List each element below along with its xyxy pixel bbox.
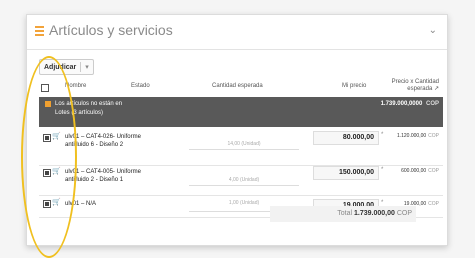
row-total-value: 1.120.000,00 (396, 133, 427, 139)
group-row[interactable]: Los artículos no están en Lotes (3 artíc… (39, 97, 443, 127)
col-price-qty-label: Precio x Cantidad esperada (391, 79, 439, 92)
qty-field (189, 137, 299, 150)
col-expected-qty[interactable]: Cantidad esperada (212, 83, 263, 89)
row-currency: COP (428, 133, 439, 139)
group-total: 1.739.000,0000 COP (381, 101, 439, 107)
item-name[interactable]: ulv01 – CAT4-005- Uniforme antifluido 2 … (65, 168, 145, 184)
group-total-value: 1.739.000,0000 (380, 101, 423, 107)
item-name[interactable]: ulv01 – N/A (65, 200, 145, 208)
menu-icon[interactable] (35, 26, 44, 38)
qty-field (189, 173, 299, 186)
group-currency: COP (425, 101, 439, 107)
col-my-price[interactable]: Mi precio (342, 83, 366, 89)
row-total-value: 600.000,00 (401, 168, 427, 174)
row-total: 600.000,00 COP (401, 168, 439, 174)
chevron-down-icon[interactable]: ⌄ (429, 25, 437, 36)
total-label: Total (337, 210, 353, 217)
total-currency: COP (396, 210, 412, 217)
table-row[interactable]: 🛒 ulv01 – CAT4-005- Uniforme antifluido … (39, 165, 443, 196)
row-currency: COP (428, 168, 439, 174)
required-marker: * (381, 167, 384, 173)
caret-icon[interactable]: ▾ (85, 63, 89, 71)
item-name[interactable]: ulv01 – CAT4-026- Uniforme antifluido 6 … (65, 133, 145, 149)
price-input[interactable]: 150.000,00 (313, 166, 379, 180)
row-currency: COP (428, 201, 439, 207)
annotation-oval (21, 56, 77, 258)
sort-icon[interactable]: ↗ (434, 86, 439, 92)
grand-total: Total 1.739.000,00 COP (270, 206, 416, 222)
section-title: Artículos y servicios (49, 22, 173, 38)
price-input[interactable]: 80.000,00 (313, 131, 379, 145)
col-status[interactable]: Estado (131, 83, 150, 89)
row-total: 1.120.000,00 COP (397, 133, 439, 139)
col-price-qty[interactable]: Precio x Cantidad esperada ↗ (389, 79, 439, 93)
table-header: Nombre Estado Cantidad esperada Mi preci… (39, 79, 443, 95)
required-marker: * (381, 132, 384, 138)
total-value: 1.739.000,00 (354, 210, 395, 217)
section-header: Artículos y servicios ⌄ (27, 15, 447, 50)
table-row[interactable]: 🛒 ulv01 – CAT4-026- Uniforme antifluido … (39, 129, 443, 166)
divider (80, 62, 82, 72)
